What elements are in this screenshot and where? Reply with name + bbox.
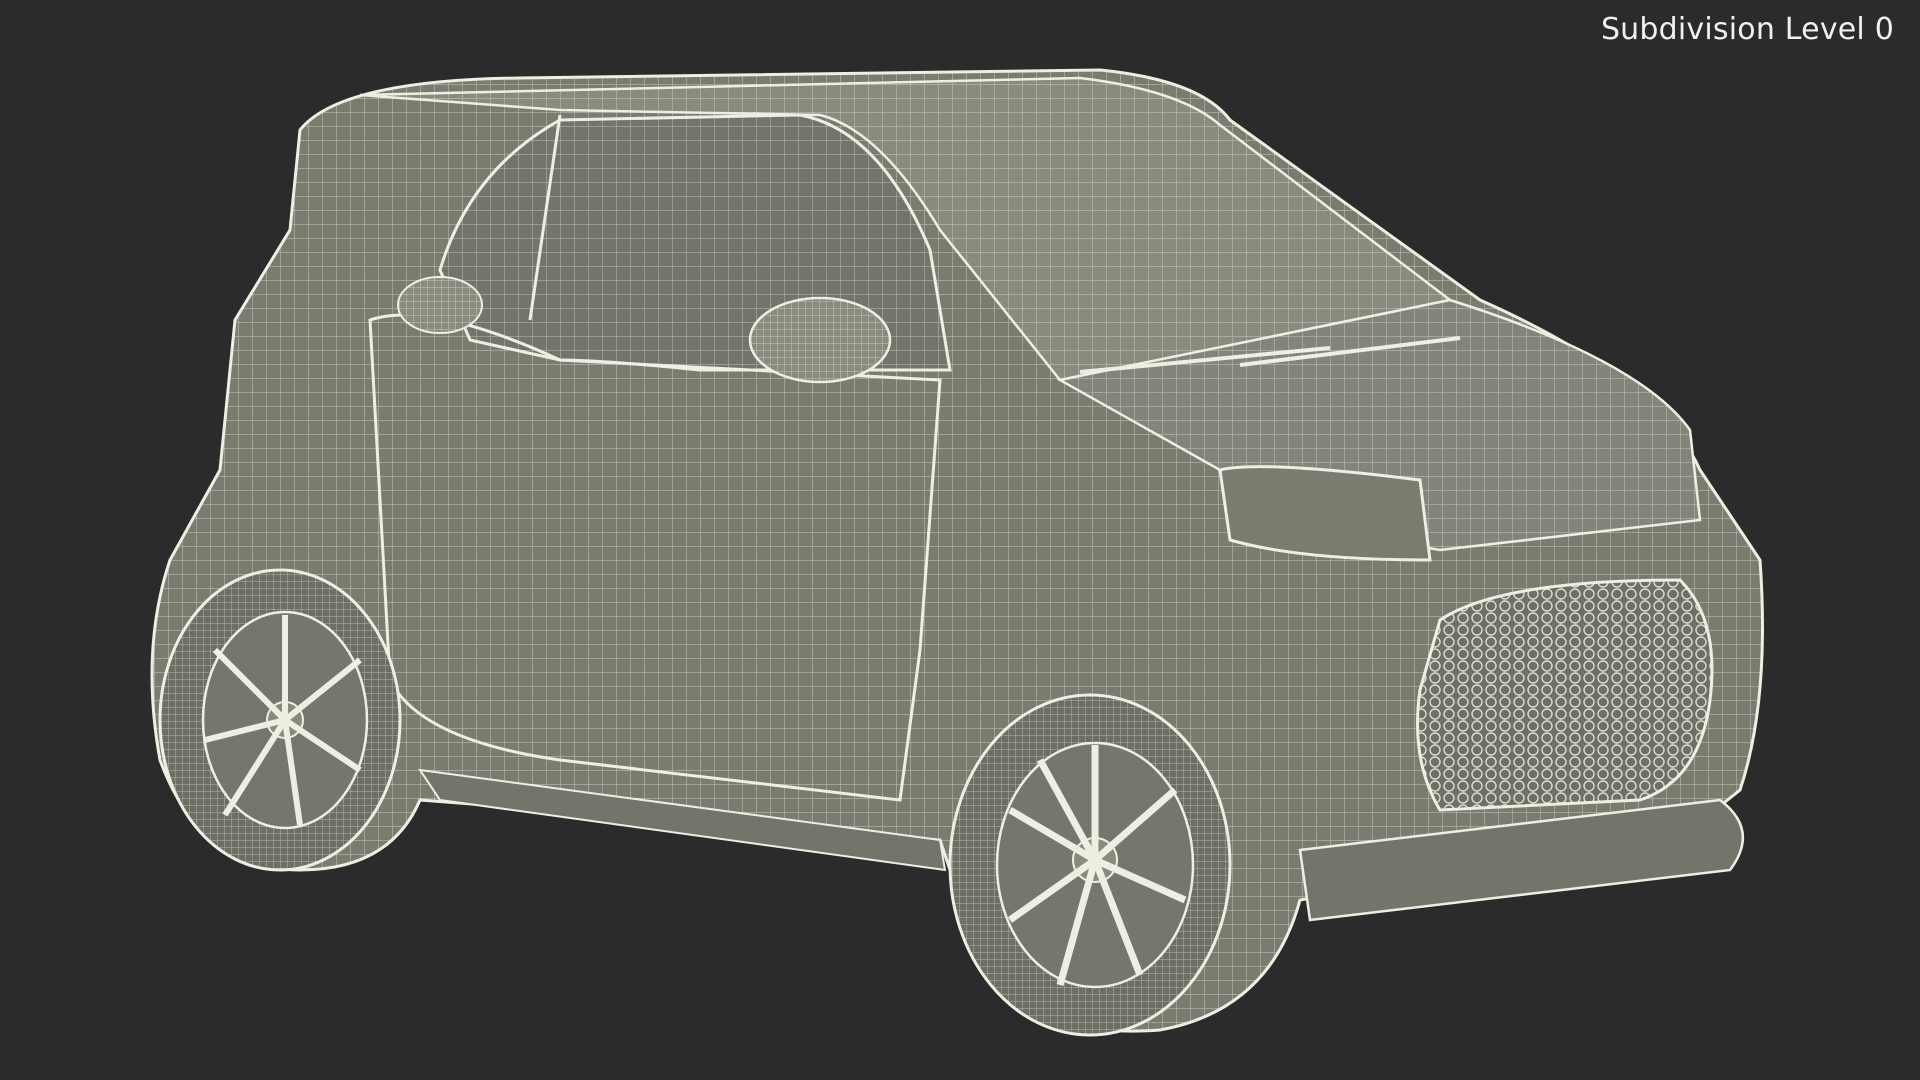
render-viewport: Subdivision Level 0 — [0, 0, 1920, 1080]
headlight — [1218, 465, 1432, 562]
subdivision-level-label: Subdivision Level 0 — [1600, 12, 1894, 47]
front-wheel — [948, 693, 1232, 1037]
car-wireframe-model — [150, 68, 1764, 1037]
rear-wheel — [158, 568, 402, 872]
